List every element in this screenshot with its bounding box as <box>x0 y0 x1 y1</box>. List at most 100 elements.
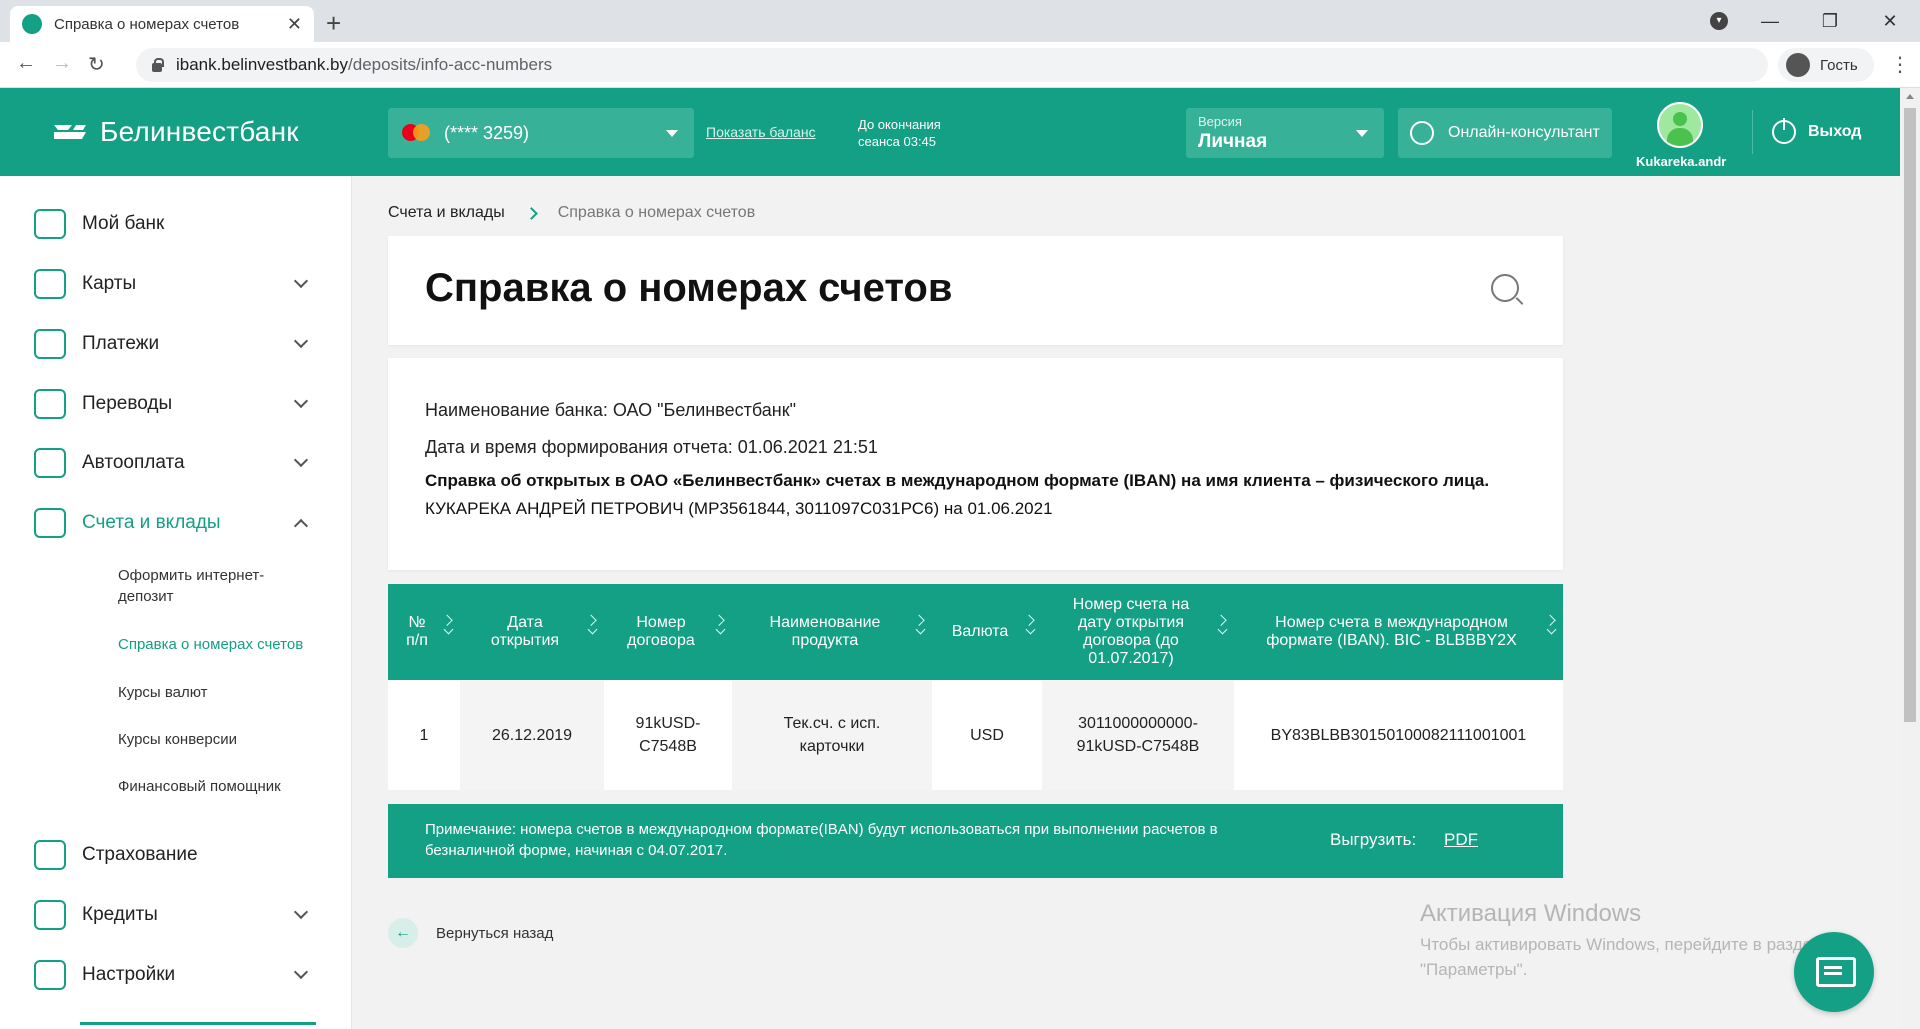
table-header: № п/п Дата открытия Номер договора Наиме… <box>388 584 1563 680</box>
column-header[interactable]: Дата открытия <box>460 584 604 680</box>
version-value: Личная <box>1198 131 1268 152</box>
subitem-currency-rates[interactable]: Курсы валют <box>118 682 318 703</box>
avatar <box>1657 102 1703 148</box>
cell-contract-number: 91kUSD-C7548B <box>635 715 701 755</box>
table-row: 1 26.12.2019 91kUSD-C7548B Тек.сч. с исп… <box>388 680 1563 790</box>
online-consultant-button[interactable]: Онлайн-консультант <box>1398 108 1612 158</box>
minimize-icon[interactable]: — <box>1740 11 1800 32</box>
scroll-up-icon[interactable] <box>1906 94 1914 99</box>
sidebar-item-label: Мой банк <box>82 213 165 234</box>
sidebar-item-payments[interactable]: Платежи <box>34 324 314 364</box>
sidebar-item-my-bank[interactable]: Мой банк <box>34 204 314 244</box>
sort-icon <box>1025 624 1036 635</box>
session-timer: До окончания сеанса 03:45 <box>858 116 941 150</box>
search-icon[interactable] <box>1491 274 1519 302</box>
card-icon <box>34 269 66 299</box>
profile-button[interactable]: Гость <box>1778 48 1874 82</box>
profile-avatar-icon <box>1786 53 1810 77</box>
column-header[interactable]: Валюта <box>932 584 1042 680</box>
subitem-financial-assistant[interactable]: Финансовый помощник <box>118 776 318 797</box>
sidebar-item-settings[interactable]: Настройки <box>34 955 314 995</box>
header-divider <box>1752 110 1753 154</box>
export-pdf-link[interactable]: PDF <box>1444 830 1478 850</box>
column-header[interactable]: № п/п <box>388 584 460 680</box>
sidebar-item-insurance[interactable]: Страхование <box>34 835 314 875</box>
card-number: (**** 3259) <box>444 122 530 143</box>
url-path: /deposits/info-acc-numbers <box>348 55 553 74</box>
browser-menu-icon[interactable]: ⋮ <box>1890 52 1910 77</box>
cell-open-date: 26.12.2019 <box>460 680 604 790</box>
card-selector[interactable]: (**** 3259) <box>388 108 694 158</box>
page-scrollbar[interactable] <box>1900 88 1920 1029</box>
sidebar-item-credits[interactable]: Кредиты <box>34 895 314 935</box>
bank-logo[interactable]: Белинвестбанк <box>52 116 299 148</box>
subitem-internet-deposit[interactable]: Оформить интернет-депозит <box>118 565 318 607</box>
subitem-account-numbers[interactable]: Справка о номерах счетов <box>118 634 318 655</box>
sidebar-accent-line <box>80 1022 316 1025</box>
version-selector[interactable]: Версия Личная <box>1186 108 1384 158</box>
column-header-label: Номер счета в международном формате (IBA… <box>1266 614 1517 649</box>
title-card: Справка о номерах счетов <box>388 236 1563 345</box>
sidebar-item-label: Автооплата <box>82 452 185 473</box>
autopay-icon <box>34 448 66 478</box>
accounts-table: № п/п Дата открытия Номер договора Наиме… <box>388 584 1563 790</box>
new-tab-icon[interactable]: + <box>326 8 341 39</box>
url-input[interactable]: ibank.belinvestbank.by/deposits/info-acc… <box>136 48 1768 82</box>
chevron-down-icon <box>293 393 309 409</box>
subitem-conversion-rates[interactable]: Курсы конверсии <box>118 729 318 750</box>
sort-icon <box>915 624 926 635</box>
bank-logo-icon <box>54 125 86 139</box>
sort-icon <box>715 624 726 635</box>
back-link[interactable]: ← Вернуться назад <box>388 918 553 948</box>
column-header[interactable]: Наименование продукта <box>732 584 932 680</box>
mastercard-icon <box>400 122 432 144</box>
sidebar-item-label: Страхование <box>82 844 198 865</box>
iban-note-panel: Примечание: номера счетов в международно… <box>388 804 1563 878</box>
power-icon <box>1772 118 1796 144</box>
payment-tag-icon <box>34 329 66 359</box>
logout-button[interactable]: Выход <box>1772 118 1862 144</box>
column-header[interactable]: Номер счета в международном формате (IBA… <box>1234 584 1563 680</box>
transfer-icon <box>34 389 66 419</box>
column-header-label: Номер счета на дату открытия договора (д… <box>1072 596 1190 667</box>
maximize-icon[interactable]: ❐ <box>1800 11 1860 32</box>
cell-currency: USD <box>970 726 1004 744</box>
breadcrumb: Счета и вклады Справка о номерах счетов <box>388 204 755 222</box>
user-profile[interactable]: Kukareka.andr <box>1636 102 1726 169</box>
forward-arrow-icon[interactable]: → <box>52 52 72 75</box>
reload-icon[interactable]: ↻ <box>88 52 105 77</box>
column-header-label: Номер договора <box>627 614 695 649</box>
sidebar-item-cards[interactable]: Карты <box>34 264 314 304</box>
sidebar-item-transfers[interactable]: Переводы <box>34 384 314 424</box>
column-header[interactable]: Номер договора <box>604 584 732 680</box>
lock-icon[interactable] <box>150 57 164 73</box>
back-arrow-icon[interactable]: ← <box>16 52 36 75</box>
column-header-label: Дата открытия <box>490 614 560 649</box>
logout-label: Выход <box>1808 123 1862 140</box>
close-window-icon[interactable]: ✕ <box>1860 11 1920 32</box>
column-header[interactable]: Номер счета на дату открытия договора (д… <box>1042 584 1234 680</box>
chevron-down-icon <box>1356 130 1368 137</box>
tab-search-icon[interactable]: ▾ <box>1710 12 1728 30</box>
sidebar-item-label: Настройки <box>82 964 176 985</box>
sidebar-item-autopay[interactable]: Автооплата <box>34 443 314 483</box>
close-tab-icon[interactable]: ✕ <box>287 14 302 35</box>
scrollbar-thumb[interactable] <box>1904 108 1916 722</box>
breadcrumb-parent[interactable]: Счета и вклады <box>388 204 505 222</box>
money-icon <box>34 900 66 930</box>
browser-tab[interactable]: Справка о номерах счетов ✕ <box>10 6 314 42</box>
sidebar-item-accounts-deposits[interactable]: Счета и вклады <box>34 503 314 543</box>
chevron-up-icon <box>293 518 309 534</box>
session-line-2: сеанса 03:45 <box>858 134 937 149</box>
chat-icon[interactable] <box>1794 932 1874 1012</box>
url-host: ibank.belinvestbank.by <box>176 55 349 74</box>
consultant-label: Онлайн-консультант <box>1448 124 1600 141</box>
cell-index: 1 <box>419 726 429 744</box>
chevron-down-icon <box>293 964 309 980</box>
profile-label: Гость <box>1820 56 1858 74</box>
bank-icon <box>34 209 66 239</box>
show-balance-link[interactable]: Показать баланс <box>706 124 816 140</box>
cell-iban: BY83BLBB30150100082111001001 <box>1270 726 1527 744</box>
note-text: Примечание: номера счетов в международно… <box>425 821 1218 859</box>
chevron-right-icon <box>524 206 538 220</box>
